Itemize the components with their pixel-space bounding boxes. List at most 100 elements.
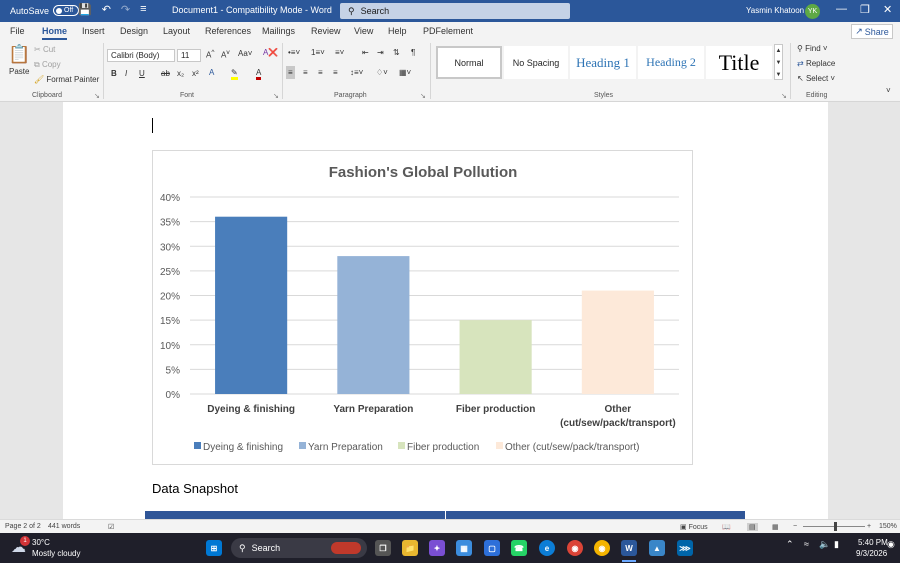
tab-layout[interactable]: Layout [163, 26, 190, 36]
paste-button[interactable]: Paste [9, 67, 29, 76]
photos-icon[interactable]: ▲ [649, 540, 665, 556]
user-name[interactable]: Yasmin Khatoon [746, 6, 804, 15]
font-color-icon[interactable]: A [256, 68, 262, 80]
whatsapp-icon[interactable]: ☎ [511, 540, 527, 556]
page-count[interactable]: Page 2 of 2 [5, 523, 41, 530]
change-case-icon[interactable]: Aa˅ [238, 49, 252, 58]
shrink-font-icon[interactable]: Av [221, 49, 230, 60]
redo-icon[interactable]: ↷ [121, 3, 130, 16]
style-normal[interactable]: Normal [436, 46, 502, 79]
store-icon[interactable]: ▦ [456, 540, 472, 556]
save-icon[interactable]: 💾 [78, 3, 92, 16]
weather-description[interactable]: Mostly cloudy [32, 549, 80, 558]
align-center-icon[interactable]: ≡ [303, 68, 308, 77]
zoom-level[interactable]: 150% [879, 523, 897, 530]
start-icon[interactable]: ⊞ [206, 540, 222, 556]
italic-icon[interactable]: I [125, 69, 127, 78]
paragraph-launcher-icon[interactable]: ↘ [420, 92, 426, 100]
tab-insert[interactable]: Insert [82, 26, 105, 36]
customize-toolbar-icon[interactable]: ≡ [140, 3, 146, 16]
style-heading-2[interactable]: Heading 2 [638, 46, 704, 79]
vscode-icon[interactable]: ⋙ [677, 540, 693, 556]
line-spacing-icon[interactable]: ↕≡˅ [350, 68, 363, 77]
cut-button[interactable]: ✂ Cut [34, 45, 55, 54]
tab-mailings[interactable]: Mailings [262, 26, 295, 36]
grow-font-icon[interactable]: A^ [206, 49, 214, 60]
paste-icon[interactable]: 📋 [8, 44, 30, 65]
chart[interactable]: Fashion's Global Pollution 0% 5% 10% 15% 20% 2… [152, 150, 693, 465]
copy-button[interactable]: ⧉ Copy [34, 60, 61, 70]
chrome-icon[interactable]: ◉ [567, 540, 583, 556]
clock-date[interactable]: 9/3/2026 [856, 549, 887, 558]
styles-launcher-icon[interactable]: ↘ [781, 92, 787, 100]
read-mode-icon[interactable]: 📖 [722, 523, 731, 531]
tab-review[interactable]: Review [311, 26, 341, 36]
taskbar-search[interactable]: ⚲ Search [231, 538, 367, 558]
format-painter-button[interactable]: 🖌 Format Painter [34, 75, 99, 84]
tab-design[interactable]: Design [120, 26, 148, 36]
chrome-profile-icon[interactable]: ◉ [594, 540, 610, 556]
font-launcher-icon[interactable]: ↘ [273, 92, 279, 100]
highlight-icon[interactable]: ✎ [231, 68, 238, 80]
tab-view[interactable]: View [354, 26, 373, 36]
decrease-indent-icon[interactable]: ⇤ [362, 48, 369, 57]
edge-icon[interactable]: e [539, 540, 555, 556]
superscript-icon[interactable]: x² [192, 69, 199, 78]
word-count[interactable]: 441 words [48, 523, 80, 530]
autosave-control[interactable]: AutoSave Off [10, 5, 80, 16]
autosave-toggle[interactable]: Off [53, 5, 80, 16]
style-heading-1[interactable]: Heading 1 [570, 46, 636, 79]
zoom-out-icon[interactable]: − [793, 523, 797, 530]
zoom-in-icon[interactable]: + [867, 523, 871, 530]
text-effects-icon[interactable]: A [209, 68, 214, 77]
temperature[interactable]: 30°C [32, 538, 50, 547]
numbering-icon[interactable]: 1≡˅ [311, 48, 325, 57]
clipboard-launcher-icon[interactable]: ↘ [94, 92, 100, 100]
tab-file[interactable]: File [10, 26, 25, 36]
subscript-icon[interactable]: x₂ [177, 69, 184, 78]
strikethrough-icon[interactable]: ab [161, 69, 170, 78]
volume-icon[interactable]: 🔈 [819, 539, 830, 550]
show-hidden-icons-icon[interactable]: ⌃ [786, 539, 794, 550]
print-layout-icon[interactable]: ▤ [747, 523, 758, 531]
proofing-icon[interactable]: ☑ [108, 523, 114, 531]
share-button[interactable]: ↗ Share [851, 24, 893, 39]
tab-help[interactable]: Help [388, 26, 407, 36]
clear-formatting-icon[interactable]: A❌ [263, 48, 278, 57]
replace-button[interactable]: ⇄ Replace [797, 59, 835, 68]
select-button[interactable]: ↖ Select ˅ [797, 74, 835, 83]
font-size-select[interactable]: 11 [177, 49, 201, 62]
show-marks-icon[interactable]: ¶ [411, 48, 415, 57]
focus-button[interactable]: ▣ Focus [680, 523, 708, 531]
align-right-icon[interactable]: ≡ [318, 68, 323, 77]
sort-icon[interactable]: ⇅ [393, 48, 400, 57]
close-icon[interactable]: ✕ [883, 3, 892, 16]
app-icon[interactable]: ▢ [484, 540, 500, 556]
wifi-icon[interactable]: ≈ [804, 539, 809, 549]
avatar[interactable]: YK [805, 4, 820, 19]
task-view-icon[interactable]: ❐ [375, 540, 391, 556]
borders-icon[interactable]: ▦˅ [399, 68, 411, 77]
find-button[interactable]: ⚲ Find ˅ [797, 44, 828, 53]
shading-icon[interactable]: ♢˅ [376, 68, 388, 77]
minimize-icon[interactable]: — [836, 3, 847, 15]
bullets-icon[interactable]: •≡˅ [288, 48, 300, 57]
collapse-ribbon-icon[interactable]: ˅ [886, 86, 891, 95]
tab-home[interactable]: Home [42, 26, 68, 40]
file-explorer-icon[interactable]: 📁 [402, 540, 418, 556]
justify-icon[interactable]: ≡ [333, 68, 338, 77]
zoom-slider-thumb[interactable] [834, 522, 837, 531]
clock-time[interactable]: 5:40 PM [858, 538, 888, 547]
styles-scroll-icon[interactable]: ▲ ▼ ▼ [774, 44, 783, 80]
restore-icon[interactable]: ❐ [860, 3, 870, 16]
search-box[interactable]: ⚲ Search [340, 3, 570, 19]
increase-indent-icon[interactable]: ⇥ [377, 48, 384, 57]
style-no-spacing[interactable]: No Spacing [504, 46, 568, 79]
align-left-icon[interactable]: ≡ [286, 66, 295, 79]
undo-icon[interactable]: ↶ [102, 3, 111, 16]
battery-icon[interactable]: ▮ [834, 539, 839, 550]
font-name-select[interactable]: Calibri (Body) [107, 49, 175, 62]
underline-icon[interactable]: U [139, 69, 145, 78]
style-title[interactable]: Title [706, 46, 772, 79]
tab-pdfelement[interactable]: PDFelement [423, 26, 473, 36]
